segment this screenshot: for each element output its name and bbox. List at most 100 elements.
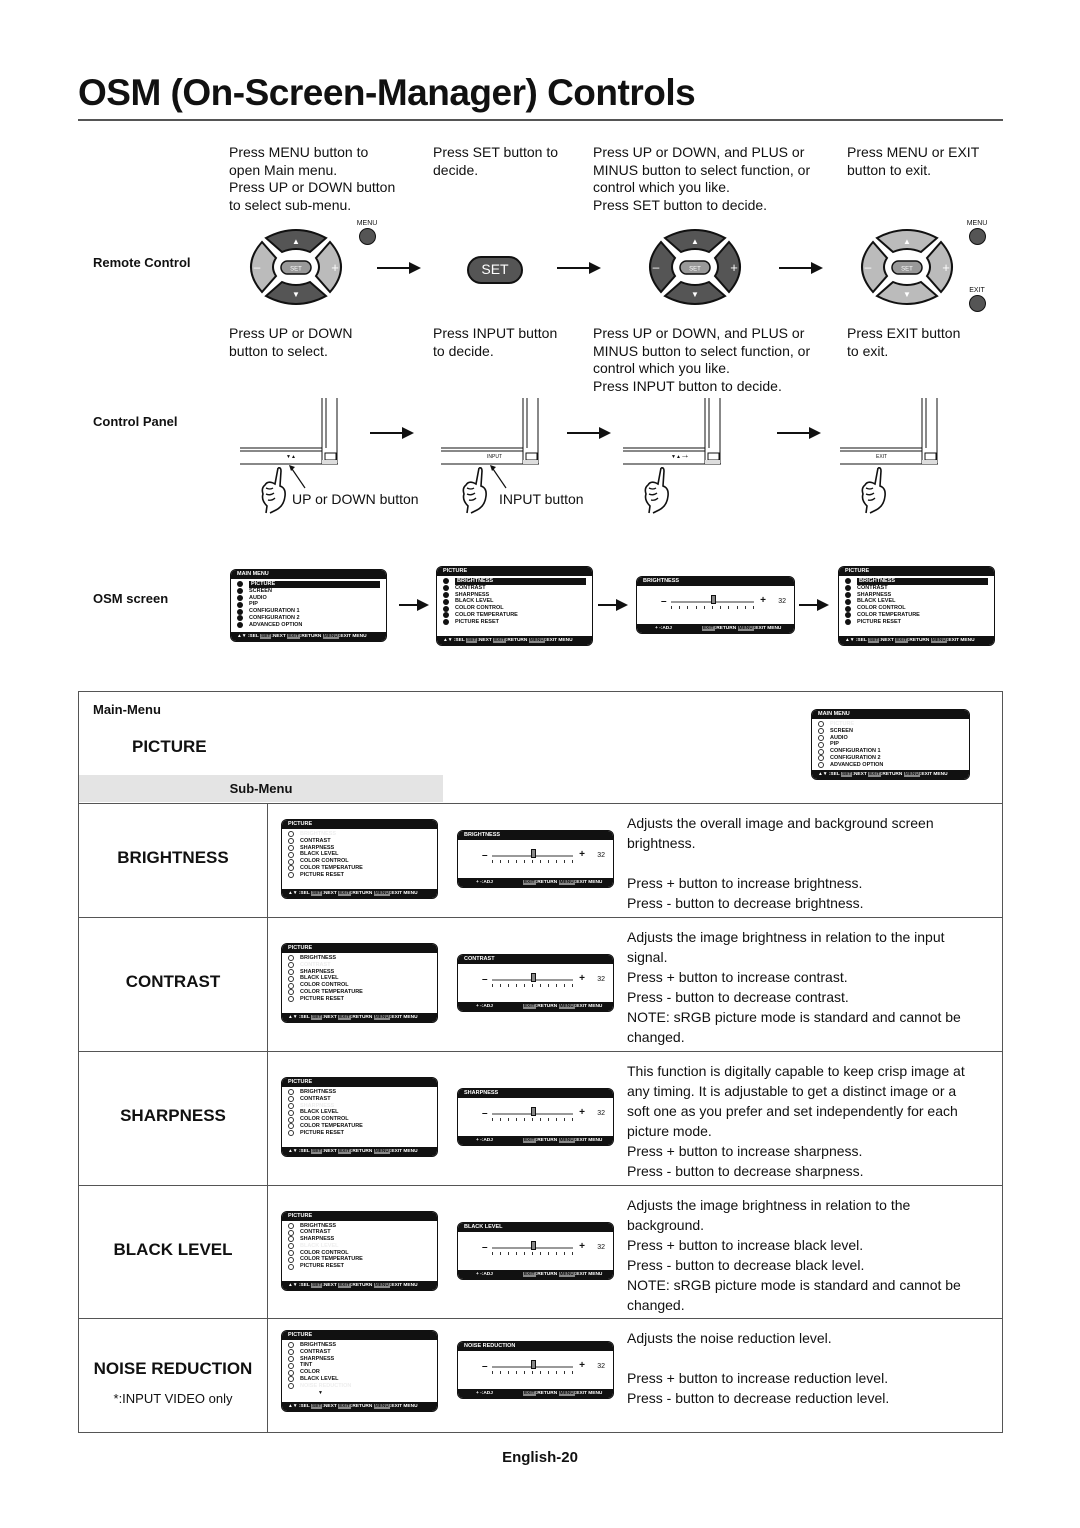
osm-menu-item[interactable]: SHARPNESS — [288, 1236, 431, 1243]
osm-menu-item[interactable]: SHARPNESS — [288, 969, 431, 976]
osm-menu-item[interactable]: COLOR CONTROL — [288, 1250, 431, 1257]
adjust-slider[interactable]: – +32 — [458, 1098, 613, 1128]
osm-menu-item[interactable]: COLOR TEMPERATURE — [845, 612, 988, 619]
slider-thumb[interactable] — [530, 849, 536, 858]
osm-menu-item[interactable]: SHARPNESS — [845, 592, 988, 599]
direction-pad[interactable]: ▲ ▼ – + SET — [238, 226, 354, 308]
osm-menu-item[interactable]: BLACK LEVEL — [288, 851, 431, 858]
slider-tick — [556, 860, 557, 863]
osm-menu-item[interactable]: CONTRAST — [288, 1349, 431, 1356]
osm-menu-item[interactable]: CONTRAST — [288, 838, 431, 845]
osm-menu-item[interactable]: BLACK LEVEL — [288, 975, 431, 982]
osm-menu-item[interactable]: TINT — [288, 1362, 431, 1369]
osm-menu-item-label: COLOR CONTROL — [300, 1249, 349, 1256]
osm-menu-item[interactable]: COLOR TEMPERATURE — [288, 865, 431, 872]
menu-button[interactable]: MENU — [352, 220, 382, 245]
panel-button-mark[interactable]: EXIT — [876, 454, 887, 460]
osm-menu-item[interactable]: PIP — [237, 601, 380, 608]
osm-menu-item[interactable]: CONTRAST — [443, 585, 586, 592]
adjust-slider[interactable]: – +32 — [458, 1232, 613, 1262]
slider-thumb[interactable] — [530, 1240, 536, 1250]
osm-menu-item[interactable]: SHARPNESS — [288, 845, 431, 852]
osm-menu-item[interactable]: PICTURE RESET — [845, 619, 988, 626]
osm-menu-item[interactable]: CONTRAST — [288, 1229, 431, 1236]
osm-menu-item[interactable]: PICTURE RESET — [288, 872, 431, 879]
osm-menu-item[interactable]: BRIGHTNESS — [288, 1342, 431, 1349]
osm-menu-window: MAIN MENU PICTURE SCREEN AUDIO PIP CONFIGURAT… — [230, 569, 387, 642]
osm-window-title: PICTURE — [839, 567, 994, 576]
osm-menu-item[interactable]: BLACK LEVEL — [288, 1243, 431, 1250]
slider-thumb[interactable] — [530, 973, 536, 982]
osm-menu-item[interactable]: SHARPNESS — [443, 592, 586, 599]
osm-menu-item[interactable]: BRIGHTNESS — [288, 1223, 431, 1230]
osm-menu-item[interactable]: COLOR TEMPERATURE — [443, 612, 586, 619]
menu-key: MENU — [558, 1271, 575, 1277]
osm-menu-item[interactable]: ADVANCED OPTION — [237, 622, 380, 629]
osm-menu-item[interactable]: COLOR TEMPERATURE — [288, 1256, 431, 1263]
osm-menu-item[interactable]: BRIGHTNESS — [443, 578, 586, 585]
adjust-slider[interactable]: – +32 — [458, 840, 613, 870]
osm-menu-item[interactable]: BLACK LEVEL — [443, 598, 586, 605]
osm-menu-item[interactable]: PICTURE RESET — [288, 996, 431, 1003]
set-button[interactable]: SET — [467, 256, 523, 284]
slider-tick — [728, 606, 730, 609]
radio-dot-icon — [288, 831, 294, 838]
adjust-slider[interactable]: – +32 — [458, 1351, 613, 1381]
osm-menu-item[interactable]: AUDIO — [237, 595, 380, 602]
osm-menu-item[interactable]: BLACK LEVEL — [288, 1109, 431, 1116]
osm-menu-item-label: SHARPNESS — [300, 1102, 335, 1109]
osm-menu-item[interactable]: BRIGHTNESS — [288, 955, 431, 962]
osm-menu-item[interactable]: CONFIGURATION 1 — [237, 608, 380, 615]
osm-menu-item[interactable]: SHARPNESS — [288, 1356, 431, 1363]
slider-tick — [524, 1118, 525, 1121]
osm-menu-item[interactable]: SHARPNESS — [288, 1103, 431, 1110]
exit-button[interactable]: EXIT — [962, 287, 992, 312]
panel-button-mark[interactable]: ▼▲ — [286, 454, 296, 460]
osm-menu-item[interactable]: BRIGHTNESS — [288, 1089, 431, 1096]
radio-dot-icon — [288, 955, 294, 962]
slider-thumb[interactable] — [710, 595, 716, 604]
osm-menu-item[interactable]: CONFIGURATION 2 — [237, 615, 380, 622]
menu-button-exit-step[interactable]: MENU — [962, 220, 992, 245]
osm-menu-item[interactable]: CONTRAST — [288, 962, 431, 969]
direction-pad[interactable]: ▲ ▼ – + SET — [849, 226, 965, 308]
menu-key: MENU — [558, 1138, 575, 1143]
osm-window-title: BRIGHTNESS — [637, 577, 794, 586]
plus-icon: + — [579, 849, 585, 860]
osm-menu-item[interactable]: COLOR CONTROL — [288, 858, 431, 865]
slider-tick — [711, 606, 713, 609]
osm-menu-item[interactable]: COLOR TEMPERATURE — [288, 1123, 431, 1130]
osm-menu-item[interactable]: COLOR CONTROL — [288, 982, 431, 989]
page-number: English-20 — [502, 1449, 578, 1466]
osm-menu-item[interactable]: PICTURE RESET — [288, 1130, 431, 1137]
slider-thumb[interactable] — [530, 1107, 536, 1116]
osm-adjust-window: SHARPNESS – +32 + -:ADJ EXIT:RETURN MENU:EXI… — [457, 1088, 614, 1146]
osm-menu-item[interactable]: PICTURE RESET — [443, 619, 586, 626]
osm-menu-item[interactable]: BLACK LEVEL — [845, 598, 988, 605]
osm-menu-item[interactable]: CONTRAST — [845, 585, 988, 592]
osm-menu-item[interactable]: PICTURE — [237, 581, 380, 588]
osm-menu-item[interactable]: BLACK LEVEL — [288, 1376, 431, 1383]
adjust-slider[interactable]: – +32 — [637, 586, 794, 616]
osm-menu-item[interactable]: BRIGHTNESS — [288, 831, 431, 838]
panel-button-mark[interactable]: ▼▲ –+ — [671, 454, 688, 460]
osm-menu-item[interactable]: CONTRAST — [288, 1096, 431, 1103]
osm-menu-item[interactable]: COLOR TEMPERATURE — [288, 989, 431, 996]
slider-tick — [532, 1371, 533, 1374]
osm-menu-item[interactable]: COLOR CONTROL — [443, 605, 586, 612]
osm-menu-item[interactable]: NOISE REDUCTION — [288, 1383, 431, 1390]
panel-button-mark[interactable]: INPUT — [487, 454, 502, 460]
osm-menu-item[interactable]: COLOR — [288, 1369, 431, 1376]
osm-menu-item[interactable]: PICTURE RESET — [288, 1263, 431, 1270]
adjust-hint: + -:ADJ — [476, 1391, 493, 1396]
osm-menu-item[interactable]: COLOR CONTROL — [845, 605, 988, 612]
osm-menu-item[interactable]: COLOR CONTROL — [288, 1116, 431, 1123]
slider-thumb[interactable] — [530, 1360, 536, 1369]
page-title: OSM (On-Screen-Manager) Controls — [78, 72, 696, 113]
osm-footer-hints: ▲▼ :SEL SET:NEXT EXIT:RETURN MENU:EXIT M… — [282, 1013, 437, 1022]
osm-menu-item[interactable]: SCREEN — [237, 588, 380, 595]
adjust-slider[interactable]: – +32 — [458, 964, 613, 994]
osm-menu-item[interactable]: BRIGHTNESS — [845, 578, 988, 585]
direction-pad[interactable]: ▲ ▼ – + SET — [637, 226, 753, 308]
radio-dot-icon — [288, 1102, 294, 1109]
